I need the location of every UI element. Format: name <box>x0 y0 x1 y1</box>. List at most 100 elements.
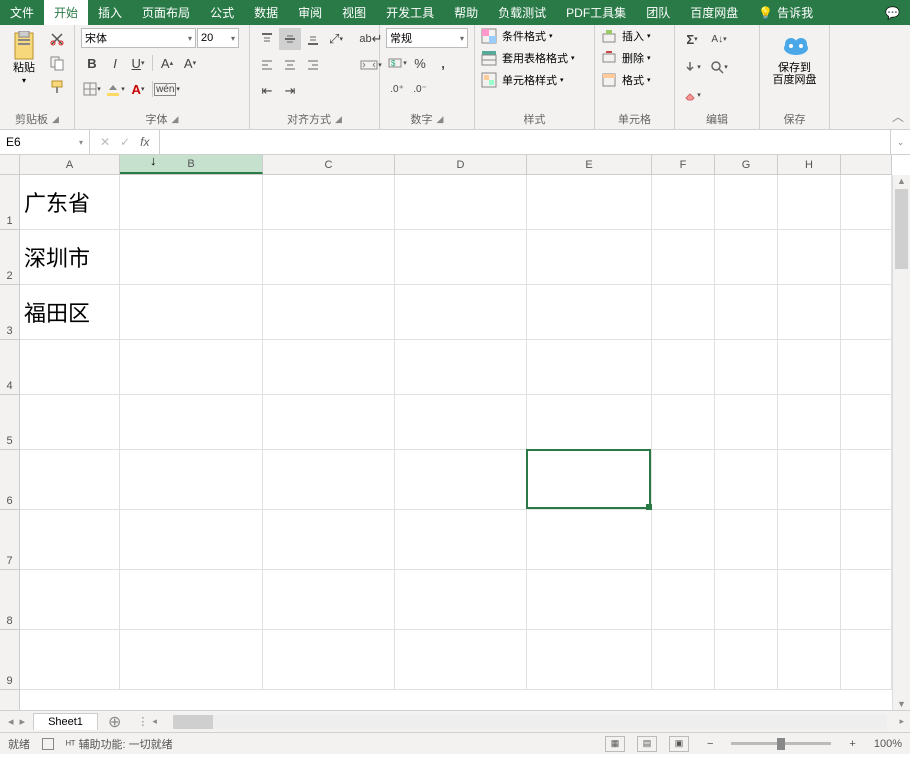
cell-H2[interactable] <box>778 230 841 284</box>
cell-styles-button[interactable]: 单元格样式▾ <box>481 72 588 88</box>
row-header-9[interactable]: 9 <box>0 630 19 690</box>
cell-G3[interactable] <box>715 285 778 339</box>
zoom-slider[interactable] <box>731 742 831 745</box>
cell-H7[interactable] <box>778 510 841 569</box>
cell-C2[interactable] <box>263 230 395 284</box>
align-center-button[interactable] <box>279 54 301 76</box>
col-header-E[interactable]: E <box>527 155 652 174</box>
hscroll-left-icon[interactable]: ◂ <box>152 716 157 727</box>
cell-G8[interactable] <box>715 570 778 629</box>
cell-B7[interactable] <box>120 510 263 569</box>
cell-F9[interactable] <box>652 630 715 689</box>
page-break-view-button[interactable]: ▣ <box>669 736 689 752</box>
row-header-7[interactable]: 7 <box>0 510 19 570</box>
cell-E1[interactable] <box>527 175 652 229</box>
autosum-button[interactable]: Σ▾ <box>681 28 703 50</box>
add-sheet-button[interactable]: ⊕ <box>98 712 131 732</box>
cell-H9[interactable] <box>778 630 841 689</box>
clipboard-launcher[interactable]: ◢ <box>52 114 59 125</box>
row-header-5[interactable]: 5 <box>0 395 19 450</box>
phonetic-button[interactable]: wén▾ <box>156 78 178 100</box>
alignment-launcher[interactable]: ◢ <box>335 114 342 125</box>
cell-H6[interactable] <box>778 450 841 509</box>
tab-file[interactable]: 文件 <box>0 0 44 25</box>
cell-F7[interactable] <box>652 510 715 569</box>
cell-E2[interactable] <box>527 230 652 284</box>
bold-button[interactable]: B <box>81 52 103 74</box>
cell-H4[interactable] <box>778 340 841 394</box>
number-format-combo[interactable]: 常规▾ <box>386 28 468 48</box>
cell-B4[interactable] <box>120 340 263 394</box>
delete-cells-button[interactable]: 删除▾ <box>601 50 668 66</box>
comments-icon[interactable]: 💬 <box>875 0 910 25</box>
cell-G4[interactable] <box>715 340 778 394</box>
cell-D2[interactable] <box>395 230 527 284</box>
save-to-baidu-button[interactable]: 保存到 百度网盘 <box>769 28 821 88</box>
indent-increase-button[interactable]: ⇥ <box>279 80 301 102</box>
comma-button[interactable]: , <box>432 52 454 74</box>
table-format-button[interactable]: 套用表格格式▾ <box>481 50 588 66</box>
cut-button[interactable] <box>46 28 68 50</box>
row-header-6[interactable]: 6 <box>0 450 19 510</box>
cell-B3[interactable] <box>120 285 263 339</box>
font-size-combo[interactable]: 20▾ <box>197 28 239 48</box>
align-left-button[interactable] <box>256 54 278 76</box>
cancel-formula-icon[interactable]: ✕ <box>100 135 110 149</box>
cell-B5[interactable] <box>120 395 263 449</box>
fill-color-button[interactable]: ▾ <box>104 78 126 100</box>
cell-B2[interactable] <box>120 230 263 284</box>
tab-review[interactable]: 审阅 <box>288 0 332 25</box>
select-all-corner[interactable] <box>0 155 20 175</box>
cell-E5[interactable] <box>527 395 652 449</box>
col-header-A[interactable]: A <box>20 155 120 174</box>
cell-C4[interactable] <box>263 340 395 394</box>
cell-G7[interactable] <box>715 510 778 569</box>
cell-B6[interactable] <box>120 450 263 509</box>
accessibility-status[interactable]: ᴴᵀ 辅助功能: 一切就绪 <box>66 736 173 752</box>
borders-button[interactable]: ▾ <box>81 78 103 100</box>
decrease-decimal-button[interactable]: .0⁻ <box>409 78 431 100</box>
horizontal-scrollbar[interactable] <box>173 715 888 729</box>
cell-F3[interactable] <box>652 285 715 339</box>
tab-formulas[interactable]: 公式 <box>200 0 244 25</box>
cell-D9[interactable] <box>395 630 527 689</box>
cell-B8[interactable] <box>120 570 263 629</box>
cell-A4[interactable] <box>20 340 120 394</box>
cell-A8[interactable] <box>20 570 120 629</box>
number-launcher[interactable]: ◢ <box>437 114 444 125</box>
tell-me-button[interactable]: 💡告诉我 <box>748 0 823 25</box>
cell-D3[interactable] <box>395 285 527 339</box>
cell-B9[interactable] <box>120 630 263 689</box>
cell-A6[interactable] <box>20 450 120 509</box>
tab-baidu-disk[interactable]: 百度网盘 <box>680 0 748 25</box>
cell-H5[interactable] <box>778 395 841 449</box>
cell-A1[interactable]: 广东省 <box>20 175 120 229</box>
formula-bar-expand[interactable]: ⌄ <box>890 130 910 154</box>
zoom-in-button[interactable]: + <box>843 738 861 750</box>
row-header-4[interactable]: 4 <box>0 340 19 395</box>
grow-font-button[interactable]: A▴ <box>156 52 178 74</box>
cell-E8[interactable] <box>527 570 652 629</box>
cell-C5[interactable] <box>263 395 395 449</box>
increase-decimal-button[interactable]: .0⁺ <box>386 78 408 100</box>
vscroll-thumb[interactable] <box>895 189 908 269</box>
font-name-combo[interactable]: 宋体▾ <box>81 28 196 48</box>
col-header-C[interactable]: C <box>263 155 395 174</box>
fx-icon[interactable]: fx <box>140 135 149 149</box>
tab-team[interactable]: 团队 <box>636 0 680 25</box>
cell-E4[interactable] <box>527 340 652 394</box>
find-select-button[interactable]: ▾ <box>704 56 734 78</box>
cell-F2[interactable] <box>652 230 715 284</box>
collapse-ribbon-icon[interactable]: ︿ <box>892 108 904 125</box>
indent-decrease-button[interactable]: ⇤ <box>256 80 278 102</box>
sort-filter-button[interactable]: A↓▾ <box>704 28 734 50</box>
cell-G5[interactable] <box>715 395 778 449</box>
align-middle-button[interactable] <box>279 28 301 50</box>
sheet-tab-1[interactable]: Sheet1 <box>33 713 98 730</box>
cell-D5[interactable] <box>395 395 527 449</box>
cell-F8[interactable] <box>652 570 715 629</box>
format-cells-button[interactable]: 格式▾ <box>601 72 668 88</box>
underline-button[interactable]: U▾ <box>127 52 149 74</box>
cell-C9[interactable] <box>263 630 395 689</box>
cell-A7[interactable] <box>20 510 120 569</box>
